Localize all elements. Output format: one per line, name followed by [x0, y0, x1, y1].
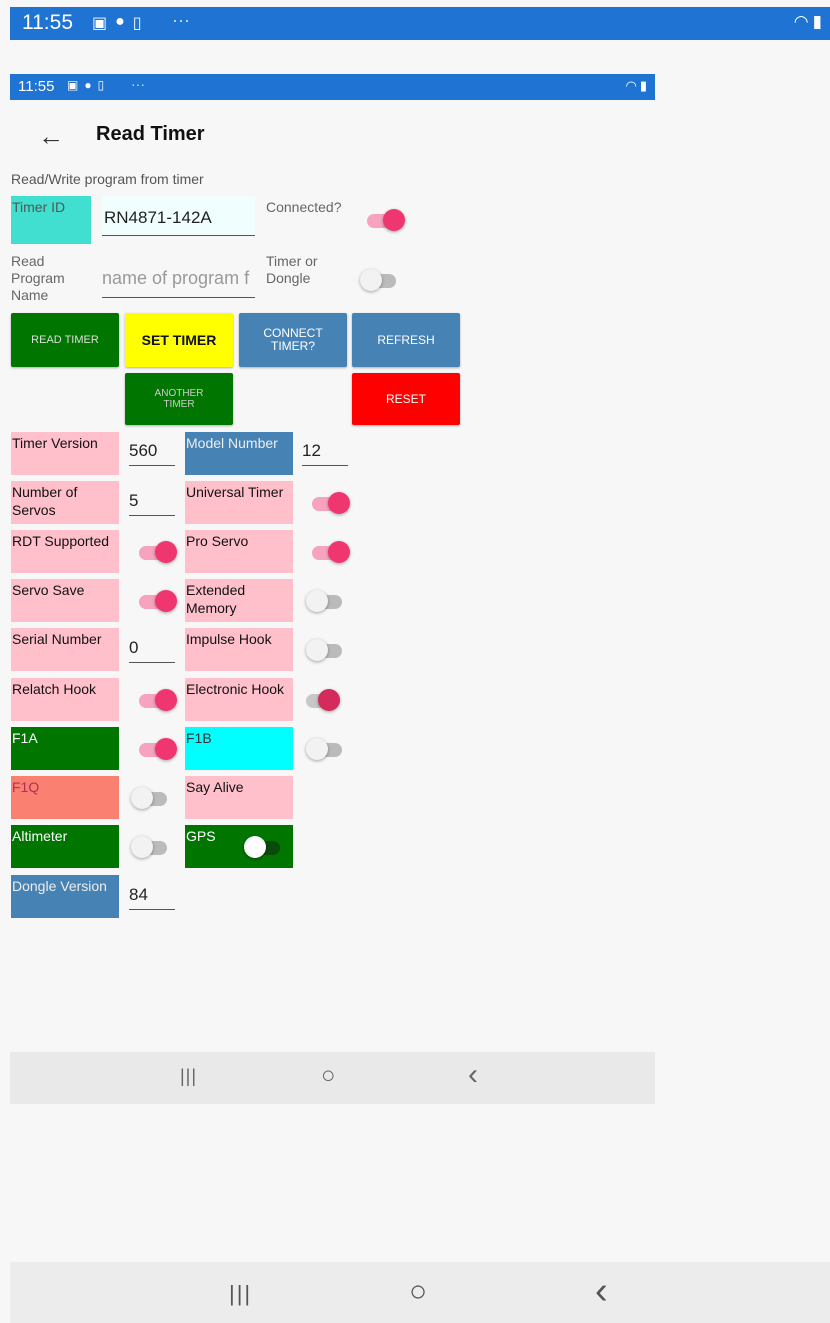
extended-memory-label: Extended Memory	[185, 579, 293, 622]
timer-or-dongle-label: Timer or Dongle	[266, 253, 318, 286]
recents-icon[interactable]: |||	[229, 1281, 252, 1307]
pro-servo-switch[interactable]	[312, 541, 350, 563]
connected-switch[interactable]	[367, 209, 405, 231]
number-of-servos-value: 5	[129, 488, 175, 516]
servo-save-label: Servo Save	[11, 579, 119, 622]
page-subtitle: Read/Write program from timer	[11, 171, 204, 187]
f1a-label: F1A	[11, 727, 119, 770]
timer-version-label: Timer Version	[11, 432, 119, 475]
back-arrow-icon[interactable]: ←	[38, 121, 64, 152]
timer-or-dongle-switch[interactable]	[360, 269, 398, 291]
shopping-bag-icon: ●	[84, 78, 92, 92]
status-time: 11:55	[22, 11, 73, 34]
serial-number-value: 0	[129, 635, 175, 663]
say-alive-label: Say Alive	[185, 776, 293, 819]
battery-icon: ▮	[812, 12, 822, 31]
wifi-icon: ◠	[793, 12, 809, 31]
outer-navigation-bar: ||| ○ ‹	[10, 1262, 830, 1323]
more-notifications-icon: ···	[172, 10, 190, 30]
wifi-icon: ◠	[625, 78, 637, 93]
universal-timer-label: Universal Timer	[185, 481, 293, 524]
read-program-name-label: Read Program Name	[11, 253, 65, 303]
gps-switch[interactable]	[244, 836, 282, 858]
more-notifications-icon: ···	[131, 76, 145, 92]
home-icon[interactable]: ○	[321, 1062, 336, 1090]
gallery-icon: ▣	[67, 78, 79, 92]
rdt-supported-switch[interactable]	[139, 541, 177, 563]
reset-button[interactable]: RESET	[352, 373, 460, 425]
inner-status-bar: 11:55 ▣ ● ▯ ··· ◠ ▮	[10, 74, 655, 100]
phone-icon: ▯	[132, 15, 142, 32]
dongle-version-value: 84	[129, 882, 175, 910]
impulse-hook-label: Impulse Hook	[185, 628, 293, 671]
f1a-switch[interactable]	[139, 738, 177, 760]
shopping-bag-icon: ●	[115, 13, 125, 30]
f1q-label: F1Q	[11, 776, 119, 819]
outer-status-bar: 11:55 ▣ ● ▯ ··· ◠ ▮	[10, 7, 830, 40]
read-timer-button[interactable]: READ TIMER	[11, 313, 119, 367]
altimeter-label: Altimeter	[11, 825, 119, 868]
battery-icon: ▮	[639, 78, 647, 93]
program-name-input[interactable]: name of program f	[102, 264, 255, 298]
rdt-supported-label: RDT Supported	[11, 530, 119, 573]
pro-servo-label: Pro Servo	[185, 530, 293, 573]
impulse-hook-switch[interactable]	[306, 639, 344, 661]
inner-navigation-bar: ||| ○ ‹	[10, 1052, 655, 1104]
back-icon[interactable]: ‹	[595, 1270, 608, 1313]
f1q-switch[interactable]	[131, 787, 169, 809]
dongle-version-label: Dongle Version	[11, 875, 119, 918]
number-of-servos-label: Number of Servos	[11, 481, 119, 524]
model-number-value: 12	[302, 438, 348, 466]
electronic-hook-label: Electronic Hook	[185, 678, 293, 721]
f1b-label: F1B	[185, 727, 293, 770]
relatch-hook-switch[interactable]	[139, 689, 177, 711]
refresh-button[interactable]: REFRESH	[352, 313, 460, 367]
f1b-switch[interactable]	[306, 738, 344, 760]
relatch-hook-label: Relatch Hook	[11, 678, 119, 721]
connect-timer-button[interactable]: CONNECT TIMER?	[239, 313, 347, 367]
extended-memory-switch[interactable]	[306, 590, 344, 612]
inner-status-time: 11:55	[18, 78, 55, 95]
gallery-icon: ▣	[92, 15, 108, 32]
recents-icon[interactable]: |||	[180, 1066, 197, 1087]
altimeter-switch[interactable]	[131, 836, 169, 858]
model-number-label: Model Number	[185, 432, 293, 475]
phone-icon: ▯	[97, 78, 105, 92]
servo-save-switch[interactable]	[139, 590, 177, 612]
timer-version-value: 560	[129, 438, 175, 466]
connected-label: Connected?	[266, 199, 342, 215]
another-timer-button[interactable]: ANOTHER TIMER	[125, 373, 233, 425]
timer-id-input[interactable]: RN4871-142A	[102, 196, 255, 236]
set-timer-button[interactable]: SET TIMER	[125, 313, 233, 367]
timer-id-label: Timer ID	[11, 196, 91, 244]
home-icon[interactable]: ○	[409, 1275, 427, 1309]
back-icon[interactable]: ‹	[468, 1058, 478, 1092]
page-title: Read Timer	[96, 123, 205, 145]
serial-number-label: Serial Number	[11, 628, 119, 671]
universal-timer-switch[interactable]	[312, 492, 350, 514]
electronic-hook-switch[interactable]	[306, 689, 342, 711]
